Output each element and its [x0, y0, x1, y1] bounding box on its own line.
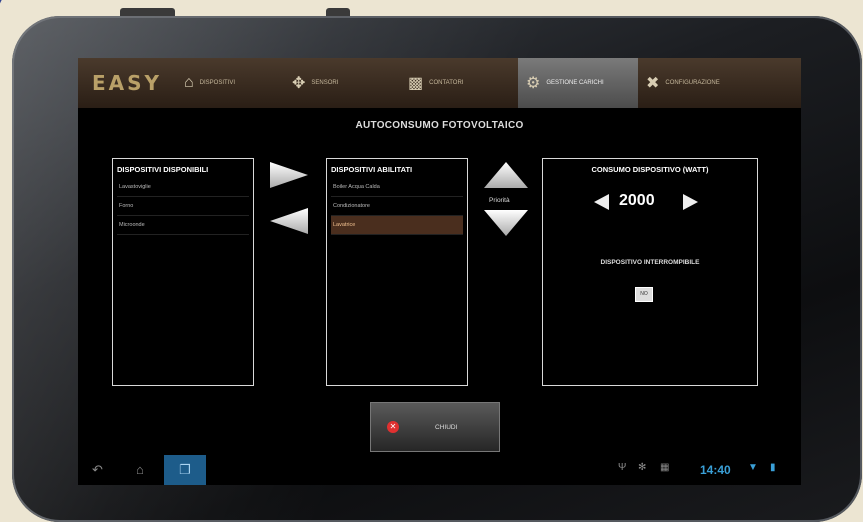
panel-title: CONSUMO DISPOSITIVO (WATT) [591, 165, 709, 174]
nav-configurazione[interactable]: ✖ CONFIGURAZIONE [638, 58, 752, 108]
interruptible-toggle[interactable]: NO [635, 287, 653, 302]
recent-apps-icon[interactable]: ❐ [164, 455, 206, 485]
close-button[interactable]: ✕ CHIUDI [370, 402, 500, 452]
list-item[interactable]: Forno [117, 197, 249, 216]
nav-gestione-carichi[interactable]: ⚙ GESTIONE CARICHI [518, 58, 638, 108]
panel-title: DISPOSITIVI DISPONIBILI [117, 165, 209, 174]
nav-sensori[interactable]: ✥ SENSORI [284, 58, 400, 108]
nav-contatori[interactable]: ▩ CONTATORI [400, 58, 518, 108]
home-icon: ⌂ [184, 74, 194, 91]
close-icon: ✕ [387, 421, 399, 433]
panel-title: DISPOSITIVI ABILITATI [331, 165, 413, 174]
clock: 14:40 [700, 463, 731, 477]
nav-label: DISPOSITIVI [199, 80, 236, 86]
increase-watt-button[interactable] [681, 193, 699, 211]
close-label: CHIUDI [435, 423, 458, 431]
sensor-icon: ✥ [292, 75, 306, 92]
back-icon[interactable]: ↶ [92, 462, 103, 478]
battery-icon: ▮ [770, 462, 776, 473]
top-nav: EASY ⌂ DISPOSITIVI ✥ SENSORI ▩ CONTATORI… [78, 58, 801, 108]
plug-gear-icon: ⚙ [526, 75, 541, 92]
bar-chart-icon: ▩ [408, 75, 424, 92]
settings-icon: ✻ [638, 462, 647, 473]
list-item[interactable]: Boiler Acqua Calda [331, 178, 463, 197]
nav-label: SENSORI [311, 80, 339, 86]
available-devices-panel: DISPOSITIVI DISPONIBILI Lavastoviglie Fo… [112, 158, 254, 386]
enabled-devices-panel: DISPOSITIVI ABILITATI Boiler Acqua Calda… [326, 158, 468, 386]
move-left-button[interactable] [268, 206, 310, 236]
home-system-icon[interactable]: ⌂ [136, 462, 144, 477]
app-logo: EASY [91, 71, 163, 95]
list-item[interactable]: Microonde [117, 216, 249, 235]
tools-icon: ✖ [646, 75, 660, 92]
priority-label: Priorità [489, 197, 510, 204]
watt-value: 2000 [619, 192, 655, 209]
list-item[interactable]: Condizionatore [331, 197, 463, 216]
image-icon: ▦ [660, 462, 670, 473]
nav-dispositivi[interactable]: ⌂ DISPOSITIVI [176, 58, 284, 108]
priority-down-button[interactable] [482, 208, 530, 238]
consumption-panel: CONSUMO DISPOSITIVO (WATT) 2000 DISPOSIT… [542, 158, 758, 386]
usb-icon: Ψ [618, 462, 627, 473]
page-title: AUTOCONSUMO FOTOVOLTAICO [355, 120, 524, 131]
nav-label: CONTATORI [429, 80, 464, 86]
nav-label: CONFIGURAZIONE [665, 80, 720, 86]
decrease-watt-button[interactable] [593, 193, 611, 211]
list-item[interactable]: Lavastoviglie [117, 178, 249, 197]
priority-up-button[interactable] [482, 160, 530, 190]
move-right-button[interactable] [268, 160, 310, 190]
screen: EASY ⌂ DISPOSITIVI ✥ SENSORI ▩ CONTATORI… [78, 58, 801, 485]
list-item-selected[interactable]: Lavatrice [331, 216, 463, 235]
nav-label: GESTIONE CARICHI [546, 80, 604, 86]
interruptible-label: DISPOSITIVO INTERROMPIBILE [600, 259, 700, 266]
wifi-icon: ▼ [748, 462, 758, 473]
system-bar: ↶ ⌂ ❐ Ψ ✻ ▦ 14:40 ▼ ▮ [78, 455, 801, 485]
